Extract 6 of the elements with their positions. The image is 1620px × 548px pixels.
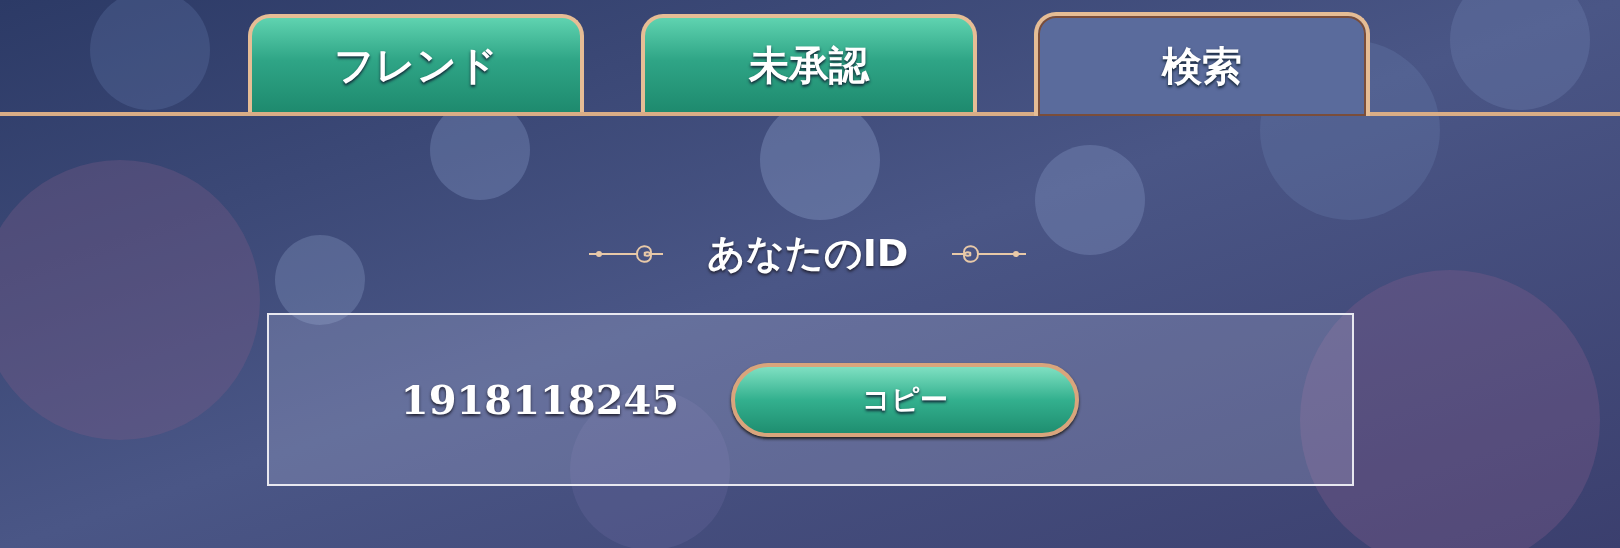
copy-button[interactable]: コピー bbox=[731, 362, 1080, 437]
tab[interactable]: 未承認 bbox=[641, 14, 977, 112]
tab[interactable]: 検索 bbox=[1034, 12, 1370, 116]
user-id: 1918118245 bbox=[400, 376, 680, 423]
tab[interactable]: フレンド bbox=[248, 14, 584, 112]
section-heading: あなたのID bbox=[706, 230, 909, 277]
